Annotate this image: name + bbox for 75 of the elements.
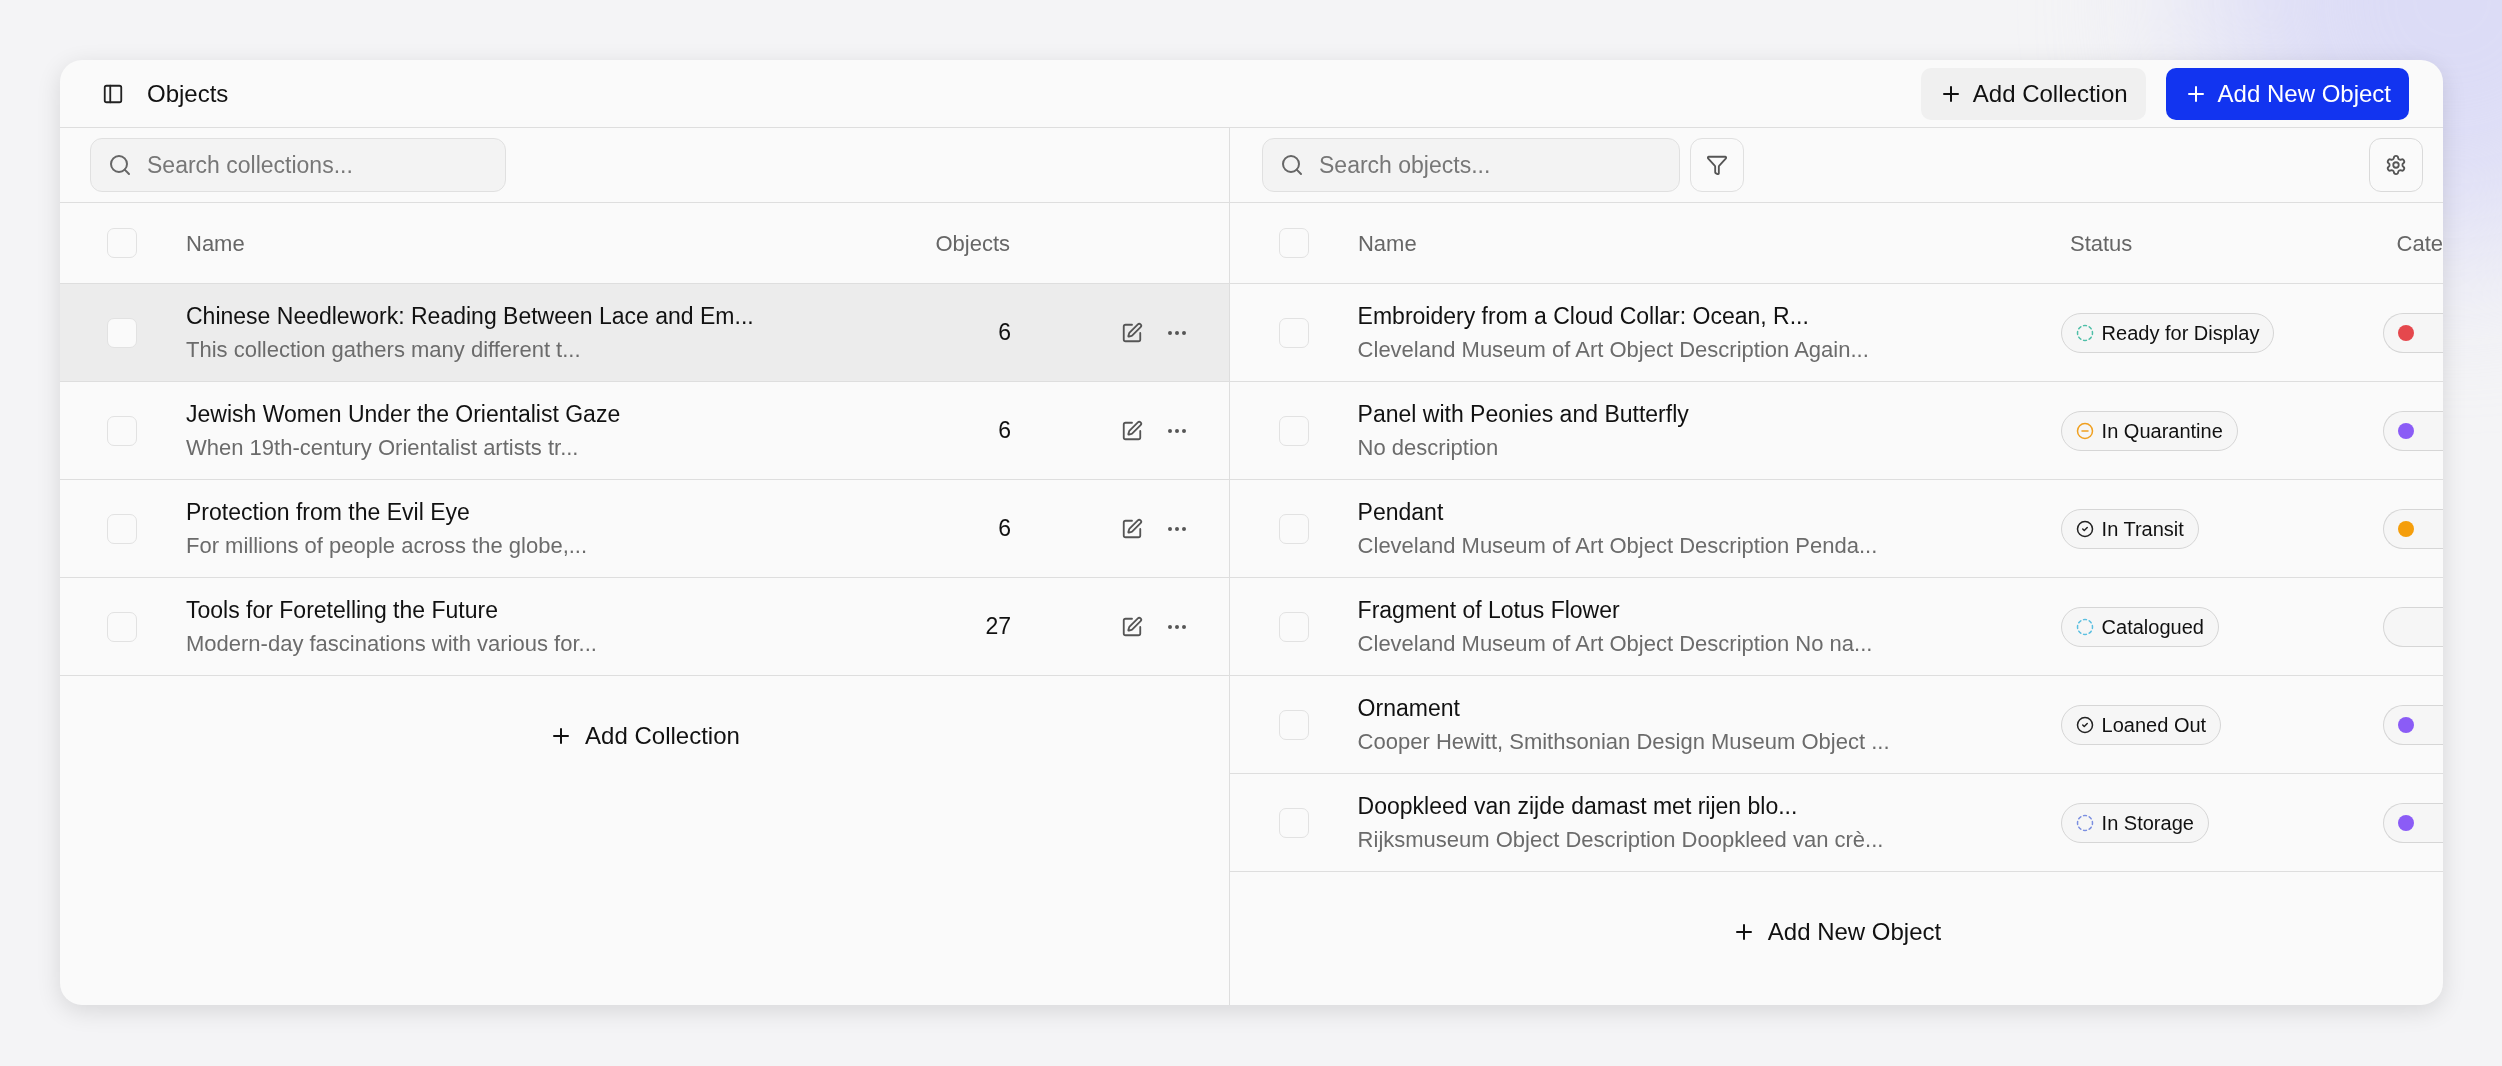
collection-description: When 19th-century Orientalist artists tr... (186, 434, 580, 463)
row-checkbox[interactable] (107, 611, 137, 642)
object-description: Cleveland Museum of Art Object Description Again... (1357, 336, 1870, 365)
row-checkbox[interactable] (1279, 513, 1309, 544)
settings-button[interactable] (2369, 138, 2423, 192)
collection-row[interactable]: Chinese Needlework: Reading Between Lace and Em... This collection gathers many different t... 6 (60, 284, 1229, 382)
object-description: Cleveland Museum of Art Object Description No na... (1357, 630, 1874, 659)
filter-button[interactable] (1690, 138, 1744, 192)
settings-icon (2385, 154, 2407, 176)
status-badge: In Storage (2060, 802, 2209, 843)
object-name: Fragment of Lotus Flower (1357, 595, 1621, 625)
object-count: 6 (998, 318, 1011, 348)
status-badge: In Quarantine (2060, 410, 2238, 451)
status-badge: Ready for Display (2060, 312, 2275, 353)
status-badge: Catalogued (2060, 606, 2219, 647)
status-badge: Loaned Out (2060, 704, 2222, 745)
row-checkbox[interactable] (1279, 709, 1309, 740)
column-header: Cate (2396, 229, 2443, 258)
edit-icon[interactable] (1121, 419, 1143, 442)
object-count: 6 (998, 416, 1011, 446)
search-field[interactable]: Search objects... (1262, 138, 1680, 192)
row-checkbox[interactable] (107, 415, 137, 446)
object-row[interactable]: Embroidery from a Cloud Collar: Ocean, R... Cleveland Museum of Art Object Description Again... Ready for Display (1230, 284, 2443, 382)
row-checkbox[interactable] (1279, 228, 1309, 258)
column-header: Name (1357, 229, 1418, 258)
object-description: Cleveland Museum of Art Object Description Penda... (1357, 532, 1879, 561)
collection-row[interactable]: Protection from the Evil Eye For millions of people across the globe,... 6 (60, 480, 1229, 578)
collection-description: For millions of people across the globe,... (186, 532, 588, 561)
search-icon (1280, 153, 1304, 177)
object-description: No description (1357, 434, 1500, 463)
add-collection-button[interactable]: Add Collection (549, 718, 740, 754)
column-header: Name (186, 229, 245, 258)
object-row[interactable]: Panel with Peonies and Butterfly No description In Quarantine (1230, 382, 2443, 480)
row-checkbox[interactable] (1279, 317, 1309, 348)
collection-name: Jewish Women Under the Orientalist Gaze (186, 399, 621, 429)
sidebar-toggle-icon[interactable] (102, 82, 124, 105)
object-count: 27 (985, 612, 1011, 642)
object-description: Rijksmuseum Object Description Doopkleed van crè... (1357, 826, 1885, 855)
object-name: Doopkleed van zijde damast met rijen blo... (1357, 791, 1799, 821)
object-name: Pendant (1357, 497, 1445, 527)
edit-icon[interactable] (1121, 321, 1143, 344)
object-row[interactable]: Doopkleed van zijde damast met rijen blo... Rijksmuseum Object Description Doopkleed van crè... In Storage (1230, 774, 2443, 872)
add-object-button[interactable]: Add New Object (2165, 67, 2409, 120)
object-name: Ornament (1357, 693, 1461, 723)
search-icon (108, 153, 132, 177)
object-row[interactable]: Pendant Cleveland Museum of Art Object Description Penda... In Transit (1230, 480, 2443, 578)
row-checkbox[interactable] (107, 513, 137, 544)
filter-icon (1706, 154, 1728, 176)
object-name: Embroidery from a Cloud Collar: Ocean, R... (1357, 301, 1810, 331)
edit-icon[interactable] (1121, 615, 1143, 638)
row-checkbox[interactable] (1279, 415, 1309, 446)
collection-description: Modern-day fascinations with various for... (186, 630, 597, 659)
collection-name: Tools for Foretelling the Future (186, 595, 499, 625)
collection-row[interactable]: Jewish Women Under the Orientalist Gaze When 19th-century Orientalist artists tr... 6 (60, 382, 1229, 480)
row-checkbox[interactable] (1279, 807, 1309, 838)
edit-icon[interactable] (1121, 517, 1143, 540)
column-header: Status (2070, 229, 2134, 258)
collection-name: Chinese Needlework: Reading Between Lace and Em... (186, 301, 754, 331)
add-object-button[interactable]: Add New Object (1731, 914, 1942, 950)
object-name: Panel with Peonies and Butterfly (1357, 399, 1690, 429)
search-field[interactable]: Search collections... (90, 138, 506, 192)
object-row[interactable]: Ornament Cooper Hewitt, Smithsonian Design Museum Object ... Loaned Out (1230, 676, 2443, 774)
row-checkbox[interactable] (107, 228, 137, 258)
status-badge: In Transit (2060, 508, 2199, 549)
row-checkbox[interactable] (107, 317, 137, 348)
collection-name: Protection from the Evil Eye (186, 497, 471, 527)
object-description: Cooper Hewitt, Smithsonian Design Museum Object ... (1357, 728, 1891, 757)
column-header: Objects (935, 229, 1010, 258)
row-checkbox[interactable] (1279, 611, 1309, 642)
page-title: Objects (147, 78, 229, 109)
object-row[interactable]: Fragment of Lotus Flower Cleveland Museum of Art Object Description No na... Catalogued (1230, 578, 2443, 676)
collection-description: This collection gathers many different t... (186, 336, 582, 365)
object-count: 6 (998, 514, 1011, 544)
collection-row[interactable]: Tools for Foretelling the Future Modern-day fascinations with various for... 27 (60, 578, 1229, 676)
add-collection-button[interactable]: Add Collection (1920, 67, 2146, 120)
